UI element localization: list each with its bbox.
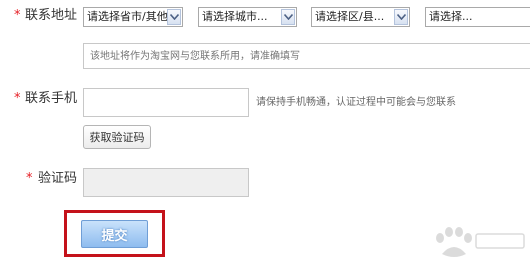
city-select-value: 请选择城市... — [202, 10, 268, 23]
code-required-mark: * — [26, 171, 33, 186]
street-select-value: 请选择... — [429, 10, 473, 23]
address-required-mark: * — [14, 8, 21, 23]
chevron-down-icon — [281, 9, 295, 25]
chevron-down-icon — [167, 9, 181, 25]
address-label: 联系地址 — [25, 8, 78, 23]
phone-hint: 请保持手机畅通，认证过程中可能会与您联系 — [256, 97, 456, 108]
phone-input[interactable] — [83, 88, 249, 117]
district-select[interactable]: 请选择区/县... — [311, 7, 410, 27]
province-select[interactable]: 请选择省市/其他 — [83, 7, 183, 27]
address-detail-input[interactable] — [83, 43, 530, 69]
get-code-button[interactable]: 获取验证码 — [83, 125, 151, 149]
district-select-value: 请选择区/县... — [315, 10, 385, 23]
watermark-logo — [420, 210, 530, 262]
code-label: 验证码 — [38, 171, 78, 186]
province-select-value: 请选择省市/其他 — [87, 10, 167, 23]
phone-required-mark: * — [14, 91, 21, 106]
chevron-down-icon — [394, 9, 408, 25]
street-select[interactable]: 请选择... — [425, 7, 530, 27]
submit-button[interactable]: 提交 — [81, 220, 148, 248]
code-input[interactable] — [83, 168, 249, 197]
phone-label: 联系手机 — [25, 91, 78, 106]
city-select[interactable]: 请选择城市... — [198, 7, 297, 27]
